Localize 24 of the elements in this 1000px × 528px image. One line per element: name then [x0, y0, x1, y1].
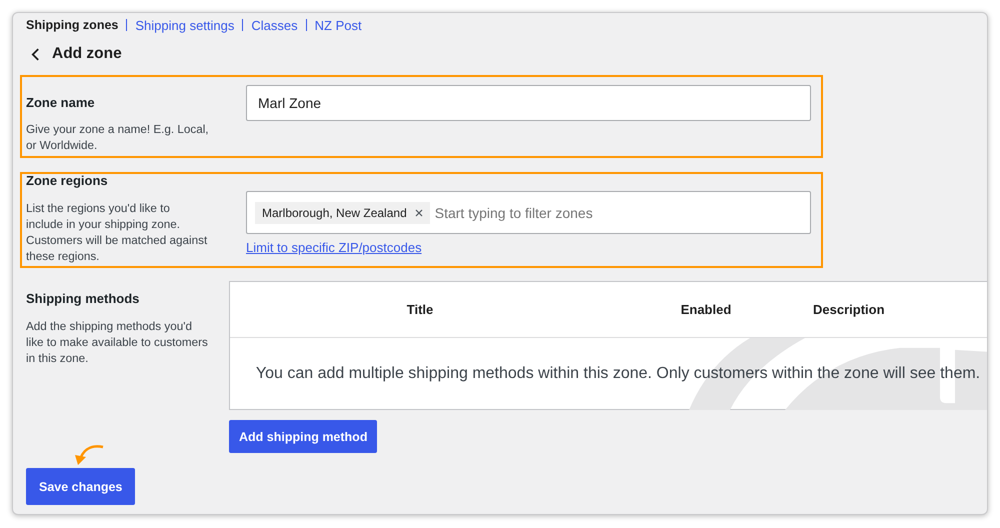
add-shipping-method-button[interactable]: Add shipping method: [229, 420, 378, 453]
back-chevron-icon[interactable]: [31, 48, 40, 60]
column-header: Title: [406, 302, 434, 317]
column-header: Description: [812, 302, 885, 317]
postcodes-link[interactable]: Limit to specific ZIP/postcodes: [246, 240, 422, 256]
remove-icon[interactable]: [414, 208, 423, 216]
column-header: Enabled: [680, 302, 732, 317]
nav-link[interactable]: Classes: [251, 18, 298, 32]
page-title: Add zone: [52, 44, 122, 64]
save-changes-button[interactable]: Save changes: [26, 468, 136, 505]
nav-link[interactable]: NZ Post: [314, 18, 362, 32]
field-description: Add the shipping methods you'd like to make available to customers in this zone.: [26, 319, 209, 367]
regions-field[interactable]: Marlborough, New Zealand Start typing to filter zones: [246, 191, 811, 234]
nav-link[interactable]: Shipping settings: [135, 18, 234, 32]
empty-message: You can add multiple shipping methods within this zone. Only customers within the zone will see them.: [256, 365, 980, 383]
region-tag[interactable]: Marlborough, New Zealand: [255, 202, 430, 224]
curved-arrow-icon: [72, 444, 104, 466]
field-description: Give your zone a name! E.g. Local, or Worldwide.: [26, 122, 209, 154]
field-label: Zone name: [26, 94, 96, 112]
field-description: List the regions you'd like to include in your shipping zone. Customers will be matched against these regions.: [26, 201, 208, 265]
field-label: Shipping methods: [26, 290, 140, 308]
zone-name-input[interactable]: Marl Zone: [246, 85, 811, 121]
nav-link[interactable]: Shipping zones: [26, 18, 118, 32]
field-label: Zone regions: [26, 174, 109, 188]
